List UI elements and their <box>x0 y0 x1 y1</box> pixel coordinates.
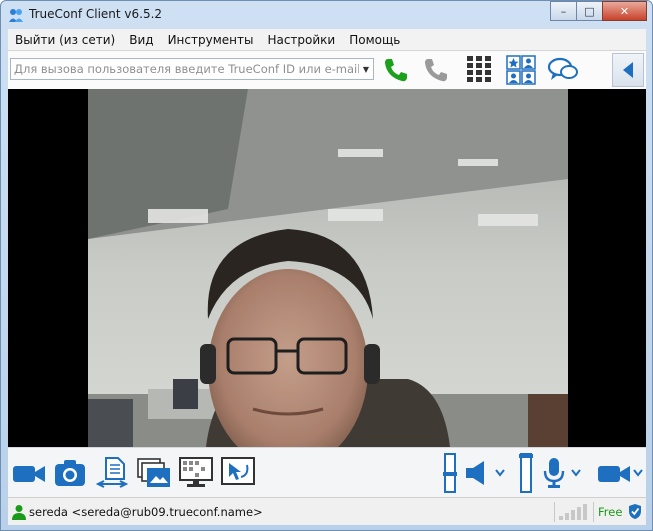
toolbar: ▼ <box>8 51 646 89</box>
picture-in-picture-icon[interactable] <box>136 455 172 491</box>
maximize-button[interactable]: □ <box>576 1 603 21</box>
minimize-button[interactable]: – <box>550 1 577 21</box>
snapshot-icon[interactable] <box>52 455 88 491</box>
app-window: TrueConf Client v6.5.2 – □ ✕ Выйти (из с… <box>0 0 653 531</box>
hangup-icon[interactable] <box>420 54 452 86</box>
chat-icon[interactable] <box>547 54 579 86</box>
menu-bar: Выйти (из сети) Вид Инструменты Настройк… <box>8 29 646 51</box>
plan-label: Free <box>598 505 623 519</box>
self-view-video <box>88 89 568 447</box>
status-divider <box>593 502 594 522</box>
video-toggle-icon[interactable] <box>596 455 632 491</box>
title-bar: TrueConf Client v6.5.2 – □ ✕ <box>1 1 652 29</box>
video-area <box>8 89 646 447</box>
shield-icon[interactable] <box>628 503 642 520</box>
mic-volume-slider[interactable] <box>518 453 534 493</box>
dialpad-icon[interactable] <box>463 54 495 86</box>
close-button[interactable]: ✕ <box>602 1 647 21</box>
menu-tools[interactable]: Инструменты <box>161 33 261 47</box>
menu-logout[interactable]: Выйти (из сети) <box>8 33 122 47</box>
speaker-volume-slider[interactable] <box>442 453 458 493</box>
call-search-box[interactable]: ▼ <box>10 58 374 80</box>
window-controls: – □ ✕ <box>550 1 647 21</box>
address-book-icon[interactable] <box>505 54 537 86</box>
menu-settings[interactable]: Настройки <box>260 33 342 47</box>
screen-share-icon[interactable] <box>178 455 214 491</box>
call-icon[interactable] <box>380 54 412 86</box>
mic-options-chevron-icon[interactable] <box>568 455 584 491</box>
status-bar: sereda <sereda@rub09.trueconf.name> Free <box>8 497 646 525</box>
call-search-input[interactable] <box>14 62 359 76</box>
status-divider <box>554 502 555 522</box>
menu-view[interactable]: Вид <box>122 33 160 47</box>
speaker-options-chevron-icon[interactable] <box>492 455 508 491</box>
current-user: sereda <sereda@rub09.trueconf.name> <box>29 505 263 519</box>
camera-icon[interactable] <box>11 455 47 491</box>
remote-desktop-icon[interactable] <box>220 455 256 491</box>
collapse-panel-icon[interactable] <box>612 53 644 87</box>
menu-help[interactable]: Помощь <box>342 33 407 47</box>
microphone-icon[interactable] <box>536 455 572 491</box>
video-options-chevron-icon[interactable] <box>630 455 646 491</box>
window-title: TrueConf Client v6.5.2 <box>29 7 163 21</box>
chevron-down-icon[interactable]: ▼ <box>359 59 373 79</box>
trueconf-logo-icon <box>9 9 23 22</box>
signal-strength-icon <box>559 504 587 520</box>
file-transfer-icon[interactable] <box>94 455 130 491</box>
speaker-volume-icon[interactable] <box>459 455 495 491</box>
user-online-icon <box>12 505 26 520</box>
call-controls-bar <box>8 447 646 497</box>
